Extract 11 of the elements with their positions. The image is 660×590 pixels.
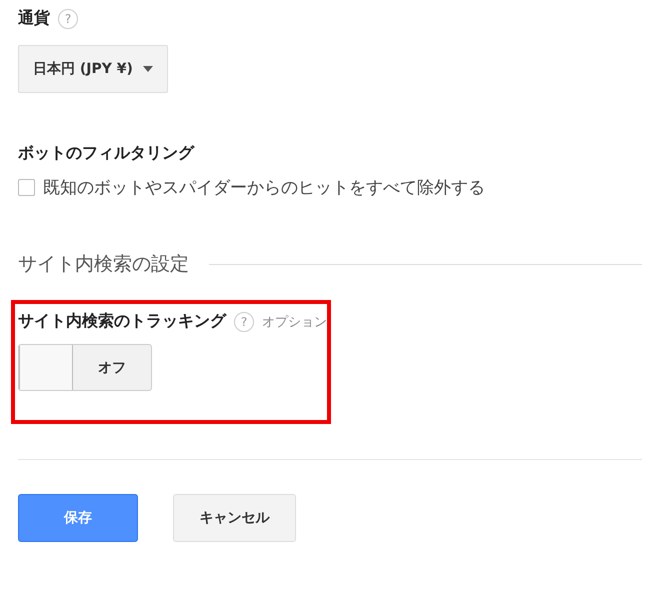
currency-dropdown[interactable]: 日本円 (JPY ¥)	[18, 45, 168, 93]
cancel-button[interactable]: キャンセル	[173, 494, 296, 542]
field-label: サイト内検索のトラッキング	[18, 311, 226, 332]
toggle-switch[interactable]: オフ	[18, 344, 152, 391]
optional-note: オプション	[262, 314, 327, 330]
field-label: ボットのフィルタリング	[18, 143, 194, 164]
section-title: サイト内検索の設定	[18, 252, 189, 277]
caret-icon	[142, 66, 153, 72]
checkbox-label: 既知のボットやスパイダーからのヒットをすべて除外する	[43, 177, 485, 199]
checkbox[interactable]	[18, 179, 35, 196]
field-label: 通貨	[18, 8, 50, 29]
